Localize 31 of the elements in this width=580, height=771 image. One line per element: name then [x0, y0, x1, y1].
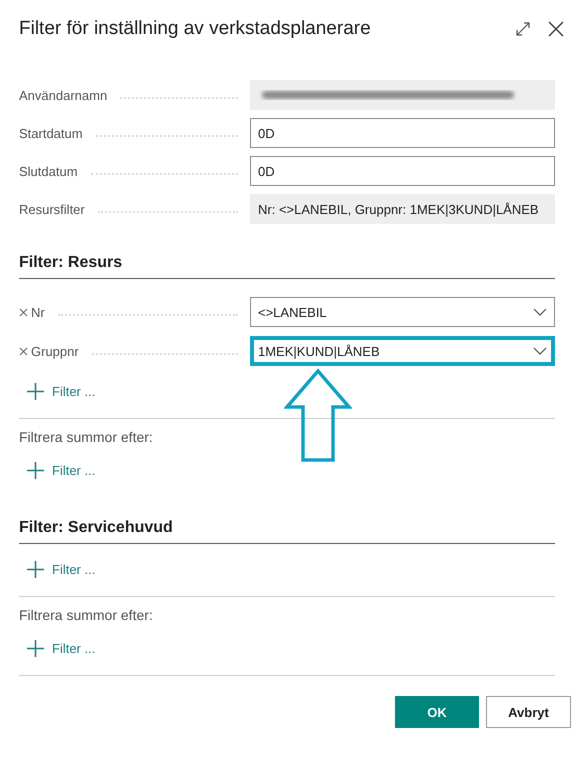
chevron-down-icon — [533, 308, 547, 316]
section-title: Filter: Servicehuvud — [19, 519, 173, 536]
field-label: Användarnamn — [19, 88, 108, 102]
totals-label: Filtrera summor efter: — [19, 429, 153, 445]
field-label: Startdatum — [19, 126, 83, 140]
close-icon[interactable] — [547, 20, 565, 38]
dropdown-field[interactable]: <>LANEBIL — [250, 297, 555, 327]
filter-label: Gruppnr — [31, 344, 79, 358]
plus-icon — [27, 560, 44, 578]
add-filter-link[interactable]: Filter ... — [19, 451, 96, 489]
dialog-title: Filter för inställning av verkstadsplanerare — [19, 18, 371, 40]
plus-icon — [27, 382, 44, 400]
field-label: Resursfilter — [19, 202, 85, 216]
expand-icon[interactable] — [515, 21, 531, 37]
remove-icon[interactable] — [19, 308, 28, 316]
cancel-button[interactable]: Avbryt — [486, 696, 571, 728]
totals-label: Filtrera summor efter: — [19, 607, 153, 623]
readonly-field: Nr: <>LANEBIL, Gruppnr: 1MEK|3KUND|LÅNEB — [250, 194, 555, 224]
plus-icon — [27, 462, 44, 478]
chevron-down-icon — [533, 347, 547, 355]
add-filter-link[interactable]: Filter ... — [19, 629, 96, 667]
text-field[interactable]: 0D — [250, 118, 555, 148]
ok-button[interactable]: OK — [395, 696, 479, 728]
remove-icon[interactable] — [19, 346, 28, 356]
add-filter-link[interactable]: Filter ... — [19, 372, 96, 410]
plus-icon — [27, 640, 44, 656]
text-field[interactable]: 0D — [250, 156, 555, 186]
field-label: Slutdatum — [19, 164, 78, 178]
filter-label: Nr — [31, 304, 45, 320]
add-filter-link[interactable]: Filter ... — [19, 550, 96, 588]
section-title: Filter: Resurs — [19, 254, 122, 271]
